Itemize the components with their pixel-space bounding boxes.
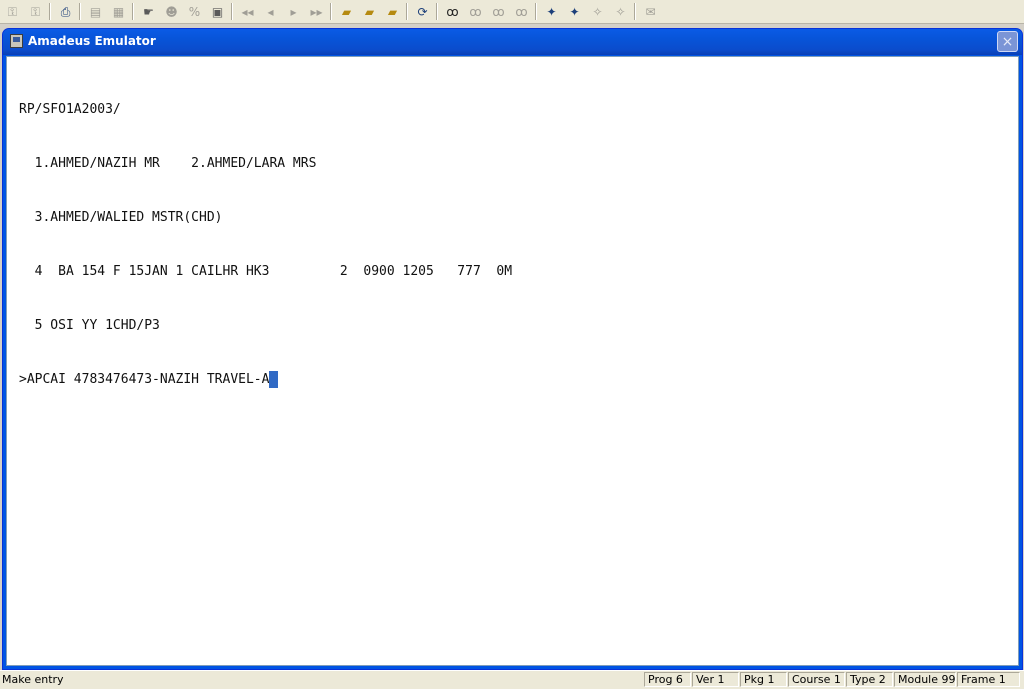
title-bar[interactable]: Amadeus Emulator × — [3, 29, 1022, 55]
status-pkg: Pkg 1 — [740, 672, 787, 687]
wand-icon[interactable]: ✦ — [541, 1, 562, 22]
grid-icon[interactable]: ▤ — [85, 1, 106, 22]
toolbar-separator — [330, 3, 331, 20]
status-message: Make entry — [2, 673, 64, 686]
find-icon[interactable]: ꝏ — [465, 1, 486, 22]
next-icon[interactable]: ▸ — [283, 1, 304, 22]
find-icon[interactable]: ꝏ — [488, 1, 509, 22]
first-icon[interactable]: ◂◂ — [237, 1, 258, 22]
emulator-window: Amadeus Emulator × RP/SFO1A2003/ 1.AHMED… — [2, 28, 1023, 670]
refresh-icon[interactable]: ⟳ — [412, 1, 433, 22]
command-line[interactable]: >APCAI 4783476473-NAZIH TRAVEL-A — [19, 371, 512, 389]
status-course: Course 1 — [788, 672, 845, 687]
hand-icon[interactable]: ☛ — [138, 1, 159, 22]
tool-icon[interactable]: ✧ — [587, 1, 608, 22]
status-module: Module 99 — [894, 672, 956, 687]
text-cursor — [269, 371, 279, 388]
mail-icon[interactable]: ✉ — [640, 1, 661, 22]
command-input[interactable]: >APCAI 4783476473-NAZIH TRAVEL-A — [19, 372, 269, 387]
toolbar-separator — [634, 3, 635, 20]
binoculars-icon[interactable]: ꝏ — [442, 1, 463, 22]
prev-icon[interactable]: ◂ — [260, 1, 281, 22]
toolbar-separator — [79, 3, 80, 20]
status-prog: Prog 6 — [644, 672, 691, 687]
terminal-icon — [10, 34, 23, 48]
toolbar-separator — [436, 3, 437, 20]
find-icon[interactable]: ꝏ — [511, 1, 532, 22]
close-button[interactable]: × — [997, 31, 1018, 52]
folder-open-icon[interactable]: ▰ — [359, 1, 380, 22]
terminal-screen[interactable]: RP/SFO1A2003/ 1.AHMED/NAZIH MR 2.AHMED/L… — [6, 56, 1019, 666]
percent-icon[interactable]: % — [184, 1, 205, 22]
folder-open-icon[interactable]: ▰ — [336, 1, 357, 22]
toolbar-separator — [535, 3, 536, 20]
window-title: Amadeus Emulator — [28, 34, 156, 48]
status-bar: Make entry Prog 6 Ver 1 Pkg 1 Course 1 T… — [0, 670, 1024, 689]
key-icon[interactable]: ⚿ — [2, 1, 23, 22]
user-icon[interactable]: ☻ — [161, 1, 182, 22]
grid-icon[interactable]: ▦ — [108, 1, 129, 22]
terminal-line: RP/SFO1A2003/ — [19, 102, 121, 117]
terminal-line: 5 OSI YY 1CHD/P3 — [19, 318, 160, 333]
tool-icon[interactable]: ✧ — [610, 1, 631, 22]
status-ver: Ver 1 — [692, 672, 739, 687]
folder-open-icon[interactable]: ▰ — [382, 1, 403, 22]
toolbar-separator — [231, 3, 232, 20]
terminal-output: RP/SFO1A2003/ 1.AHMED/NAZIH MR 2.AHMED/L… — [19, 65, 512, 425]
status-frame: Frame 1 — [957, 672, 1020, 687]
status-type: Type 2 — [846, 672, 893, 687]
book-icon[interactable]: ▣ — [207, 1, 228, 22]
toolbar-separator — [406, 3, 407, 20]
terminal-line: 4 BA 154 F 15JAN 1 CAILHR HK3 2 0900 120… — [19, 264, 513, 279]
toolbar-separator — [49, 3, 50, 20]
printer-icon[interactable]: ⎙ — [55, 1, 76, 22]
toolbar: ⚿ ⚿ ⎙ ▤ ▦ ☛ ☻ % ▣ ◂◂ ◂ ▸ ▸▸ ▰ ▰ ▰ ⟳ ꝏ ꝏ … — [0, 0, 1024, 24]
wand-icon[interactable]: ✦ — [564, 1, 585, 22]
toolbar-separator — [132, 3, 133, 20]
terminal-line: 1.AHMED/NAZIH MR 2.AHMED/LARA MRS — [19, 156, 317, 171]
key-icon[interactable]: ⚿ — [25, 1, 46, 22]
terminal-line: 3.AHMED/WALIED MSTR(CHD) — [19, 210, 223, 225]
last-icon[interactable]: ▸▸ — [306, 1, 327, 22]
